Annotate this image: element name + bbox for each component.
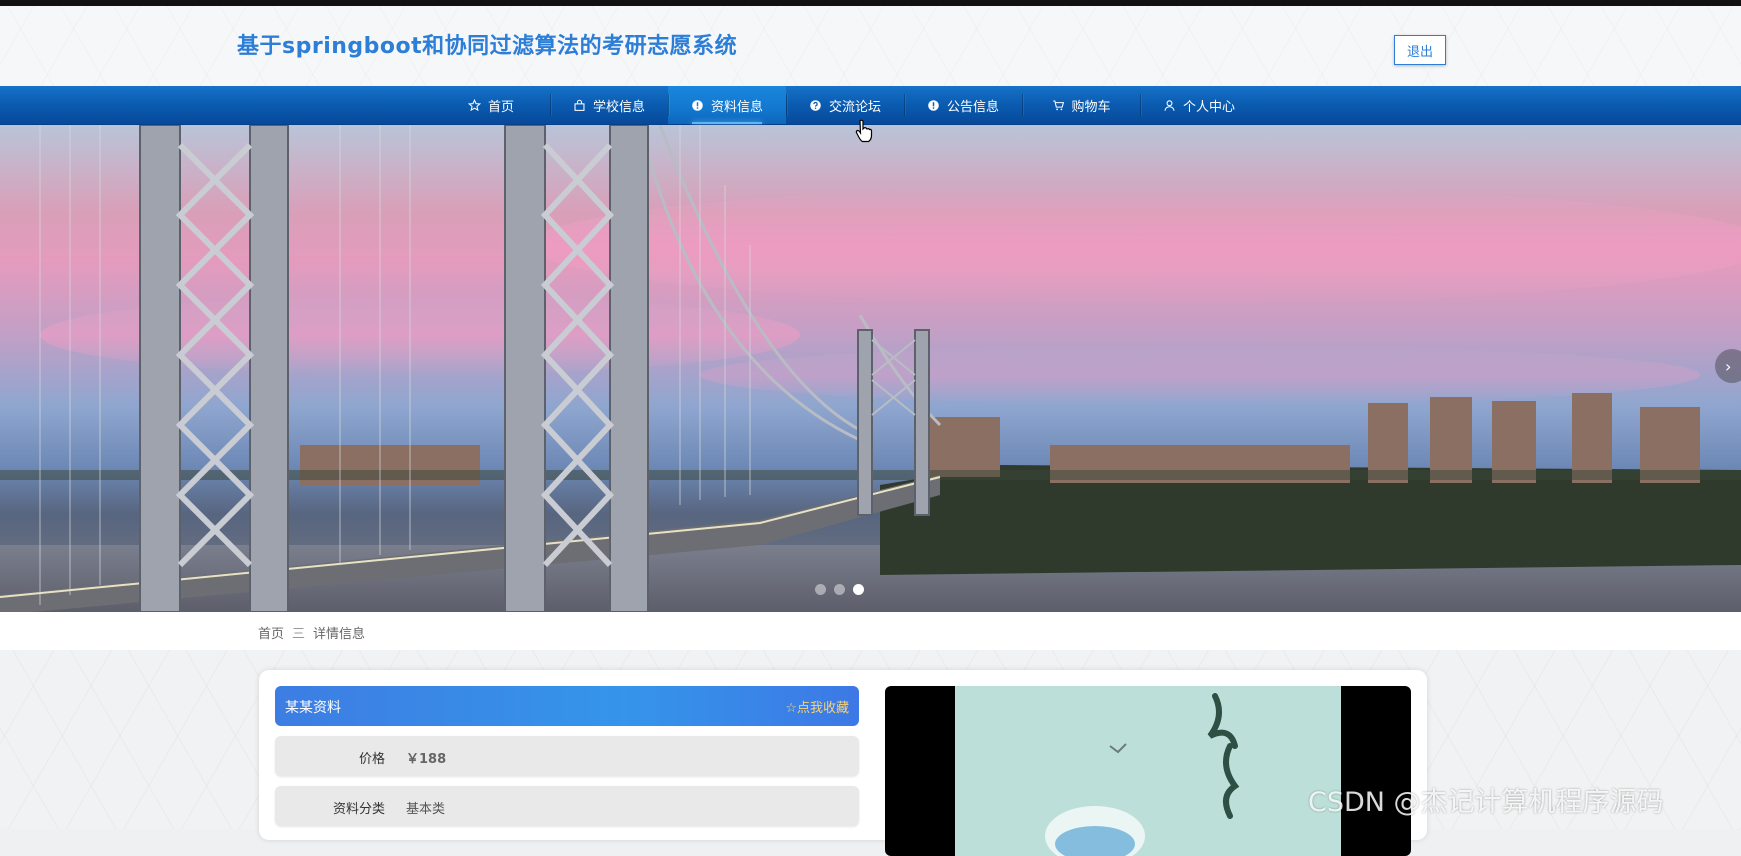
bag-icon xyxy=(573,98,587,112)
nav-item-profile[interactable]: 个人中心 xyxy=(1140,86,1258,124)
material-image xyxy=(885,686,1411,856)
info-circle-icon xyxy=(927,98,941,112)
site-header: 基于springboot和协同过滤算法的考研志愿系统 退出 xyxy=(0,6,1741,86)
hand-cursor-icon xyxy=(855,119,873,143)
detail-card: 某某资料 ☆点我收藏 价格 ￥188 资料分类 基本类 xyxy=(259,670,1427,856)
nav-item-label: 学校信息 xyxy=(592,99,645,115)
nav-item-cart[interactable]: 购物车 xyxy=(1022,86,1140,124)
cart-icon xyxy=(1051,98,1065,112)
carousel-dot-active[interactable] xyxy=(853,584,864,595)
carousel-dot[interactable] xyxy=(815,584,826,595)
nav-item-announcements[interactable]: 公告信息 xyxy=(904,86,1022,124)
logout-button[interactable]: 退出 xyxy=(1394,35,1446,65)
favorite-button[interactable]: ☆点我收藏 xyxy=(785,697,849,716)
category-value: 基本类 xyxy=(406,802,446,817)
banner-carousel: › xyxy=(0,125,1741,612)
nav-item-home[interactable]: 首页 xyxy=(432,86,550,124)
material-cover-picture xyxy=(955,686,1341,856)
breadcrumb: 首页 三 详情信息 xyxy=(258,623,365,642)
price-row: 价格 ￥188 xyxy=(275,736,859,776)
breadcrumb-separator: 三 xyxy=(292,627,306,642)
carousel-dots xyxy=(815,584,864,595)
breadcrumb-current: 详情信息 xyxy=(313,627,366,642)
bridge-photo xyxy=(0,125,1741,612)
carousel-next-button[interactable]: › xyxy=(1715,349,1741,383)
nav-item-label: 首页 xyxy=(487,99,514,115)
watermark: CSDN @杰记计算机程序源码 xyxy=(1308,787,1664,818)
nav-item-label: 交流论坛 xyxy=(828,99,881,115)
nav-item-materials[interactable]: 资料信息 xyxy=(668,86,786,124)
nav-item-label: 购物车 xyxy=(1071,99,1111,115)
breadcrumb-home[interactable]: 首页 xyxy=(258,623,284,642)
category-label: 资料分类 xyxy=(332,802,385,817)
detail-title: 某某资料 xyxy=(285,700,341,716)
detail-header: 某某资料 ☆点我收藏 xyxy=(275,686,859,726)
breadcrumb-bar: 首页 三 详情信息 xyxy=(0,612,1741,650)
question-circle-icon xyxy=(809,98,823,112)
nav-item-label: 个人中心 xyxy=(1182,99,1235,115)
nav-item-label: 公告信息 xyxy=(946,99,999,115)
nav-item-forum[interactable]: 交流论坛 xyxy=(786,86,904,124)
price-label: 价格 xyxy=(358,752,385,767)
price-value: ￥188 xyxy=(406,752,447,767)
nav-item-schools[interactable]: 学校信息 xyxy=(550,86,668,124)
star-icon xyxy=(468,98,482,112)
carousel-dot[interactable] xyxy=(834,584,845,595)
nav-item-label: 资料信息 xyxy=(710,99,763,115)
user-icon xyxy=(1163,98,1177,112)
info-circle-icon xyxy=(691,98,705,112)
site-title: 基于springboot和协同过滤算法的考研志愿系统 xyxy=(237,34,738,59)
category-row: 资料分类 基本类 xyxy=(275,786,859,826)
